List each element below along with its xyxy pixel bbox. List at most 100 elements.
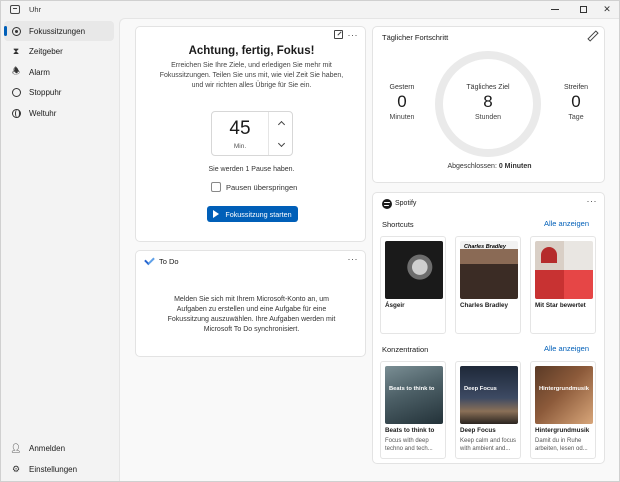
focus-icon: [11, 26, 21, 36]
close-button[interactable]: ✕: [593, 1, 620, 18]
todo-title: To Do: [159, 257, 179, 266]
clock-window: Uhr ✕ Fokussitzungen ⧗ Zeitgeber 🕭 Alarm…: [0, 0, 620, 482]
clock-app-icon: [10, 5, 20, 14]
daily-progress-card: Täglicher Fortschritt Gestern 0 Minuten …: [372, 26, 605, 183]
spotify-title: Spotify: [395, 200, 417, 207]
album-art: Beats to think to: [385, 366, 443, 424]
album-art-quadrant: [535, 270, 564, 299]
focus-description: Erreichen Sie Ihre Ziele, und erledigen …: [159, 62, 344, 89]
skip-breaks-checkbox[interactable]: [211, 182, 221, 192]
album-art-text: Beats to think to: [389, 386, 435, 392]
sidebar-item-label: Zeitgeber: [29, 46, 63, 56]
hourglass-icon: ⧗: [12, 45, 20, 56]
spotify-card: Spotify ··· Shortcuts Alle anzeigen Ásge…: [372, 192, 605, 464]
album-art: Deep Focus: [460, 366, 518, 424]
more-options-button[interactable]: ···: [348, 31, 359, 40]
sidebar: Fokussitzungen ⧗ Zeitgeber 🕭 Alarm Stopp…: [1, 18, 119, 482]
more-options-button[interactable]: ···: [587, 197, 598, 206]
streak-label: Streifen: [563, 84, 589, 91]
skip-breaks-checkbox-row[interactable]: Pausen überspringen: [211, 182, 297, 192]
decrease-button[interactable]: [269, 134, 293, 155]
sidebar-item-label: Stoppuhr: [29, 87, 62, 97]
tile-description: Keep calm and focus with ambient and...: [460, 438, 517, 452]
play-icon: [213, 210, 220, 218]
daily-goal-stat[interactable]: Tägliches Ziel 8 Stunden: [453, 84, 523, 121]
yesterday-unit: Minuten: [389, 114, 415, 121]
start-focus-label: Fokussitzung starten: [225, 209, 292, 219]
sidebar-item-stopwatch[interactable]: Stoppuhr: [4, 82, 114, 102]
focus-title: Achtung, fertig, Fokus!: [188, 45, 315, 57]
playlist-tile[interactable]: Hintergrundmusik Hintergrundmusik Damit …: [530, 361, 596, 459]
tile-title: Charles Bradley: [460, 302, 508, 309]
pause-info: Sie werden 1 Pause haben.: [208, 166, 295, 173]
bell-icon: 🕭: [11, 66, 21, 76]
sidebar-item-label: Weltuhr: [29, 108, 57, 118]
streak-value: 0: [571, 92, 581, 111]
spotify-logo-icon: [382, 199, 392, 209]
sidebar-item-settings[interactable]: ⚙ Einstellungen: [4, 459, 114, 479]
chevron-down-icon: [277, 139, 285, 147]
yesterday-label: Gestern: [389, 84, 415, 91]
album-art-quadrant: [541, 247, 557, 263]
globe-icon: [11, 108, 21, 118]
todo-card: To Do ··· Melden Sie sich mit Ihrem Micr…: [135, 250, 366, 357]
todo-logo-icon: [144, 254, 155, 266]
album-art: [385, 241, 443, 299]
duration-unit: Min.: [233, 143, 247, 150]
sidebar-item-label: Alarm: [29, 67, 50, 77]
playlist-tile[interactable]: Deep Focus Deep Focus Keep calm and focu…: [455, 361, 521, 459]
tile-description: Damit du in Ruhe arbeiten, lesen od...: [535, 438, 588, 452]
tile-title: Hintergrundmusik: [535, 427, 590, 434]
sidebar-item-alarm[interactable]: 🕭 Alarm: [4, 62, 114, 82]
minimize-button[interactable]: [541, 1, 569, 18]
person-icon: 👤︎: [10, 442, 22, 453]
tile-title: Mit Star bewertet: [535, 302, 586, 309]
playlist-tile[interactable]: Mit Star bewertet: [530, 236, 596, 334]
completed-label: Abgeschlossen:: [447, 163, 497, 170]
sidebar-item-signin[interactable]: 👤︎ Anmelden: [4, 438, 114, 458]
stopwatch-icon: [11, 87, 21, 97]
minimize-icon: [551, 9, 559, 10]
increase-button[interactable]: [269, 112, 293, 133]
sidebar-item-label: Anmelden: [29, 443, 66, 453]
edit-icon[interactable]: [588, 31, 597, 40]
sidebar-item-timer[interactable]: ⧗ Zeitgeber: [4, 41, 114, 61]
section-title-concentration: Konzentration: [382, 345, 429, 354]
streak-unit: Tage: [568, 114, 584, 121]
gear-icon: ⚙: [11, 463, 21, 474]
show-all-shortcuts-link[interactable]: Alle anzeigen: [544, 219, 589, 228]
yesterday-value: 0: [397, 92, 407, 111]
tile-title: Deep Focus: [460, 427, 496, 434]
playlist-tile[interactable]: Ásgeir: [380, 236, 446, 334]
sidebar-item-label: Fokussitzungen: [29, 26, 86, 36]
skip-breaks-label: Pausen überspringen: [226, 182, 298, 192]
album-art-text: Hintergrundmusik: [539, 386, 589, 392]
app-title: Uhr: [29, 5, 42, 14]
sidebar-item-worldclock[interactable]: Weltuhr: [4, 103, 114, 123]
compact-view-icon[interactable]: [334, 30, 343, 39]
show-all-concentration-link[interactable]: Alle anzeigen: [544, 344, 589, 353]
playlist-tile[interactable]: Charles Bradley Charles Bradley: [455, 236, 521, 334]
tile-title: Beats to think to: [385, 427, 435, 434]
goal-value: 8: [483, 92, 493, 111]
more-options-button[interactable]: ···: [348, 255, 359, 264]
duration-value[interactable]: 45: [212, 118, 268, 140]
goal-unit: Stunden: [474, 114, 502, 121]
title-bar[interactable]: Uhr ✕: [1, 1, 619, 18]
album-art: Charles Bradley: [460, 241, 518, 299]
sidebar-item-focus[interactable]: Fokussitzungen: [4, 21, 114, 41]
tile-description: Focus with deep techno and tech...: [385, 438, 433, 452]
start-focus-button[interactable]: Fokussitzung starten: [207, 206, 298, 222]
playlist-tile[interactable]: Beats to think to Beats to think to Focu…: [380, 361, 446, 459]
section-title-shortcuts: Shortcuts: [382, 220, 414, 229]
streak-stat: Streifen 0 Tage: [556, 84, 596, 121]
maximize-icon: [579, 6, 587, 13]
todo-signin-message: Melden Sie sich mit Ihrem Microsoft-Kont…: [167, 296, 336, 333]
album-art: [535, 241, 593, 299]
completed-value: 0 Minuten: [498, 163, 532, 170]
progress-title: Täglicher Fortschritt: [382, 33, 449, 42]
close-icon: ✕: [603, 4, 611, 14]
tile-title: Ásgeir: [385, 302, 405, 309]
album-art-quadrant: [564, 270, 593, 299]
duration-stepper[interactable]: 45 Min.: [211, 111, 293, 156]
